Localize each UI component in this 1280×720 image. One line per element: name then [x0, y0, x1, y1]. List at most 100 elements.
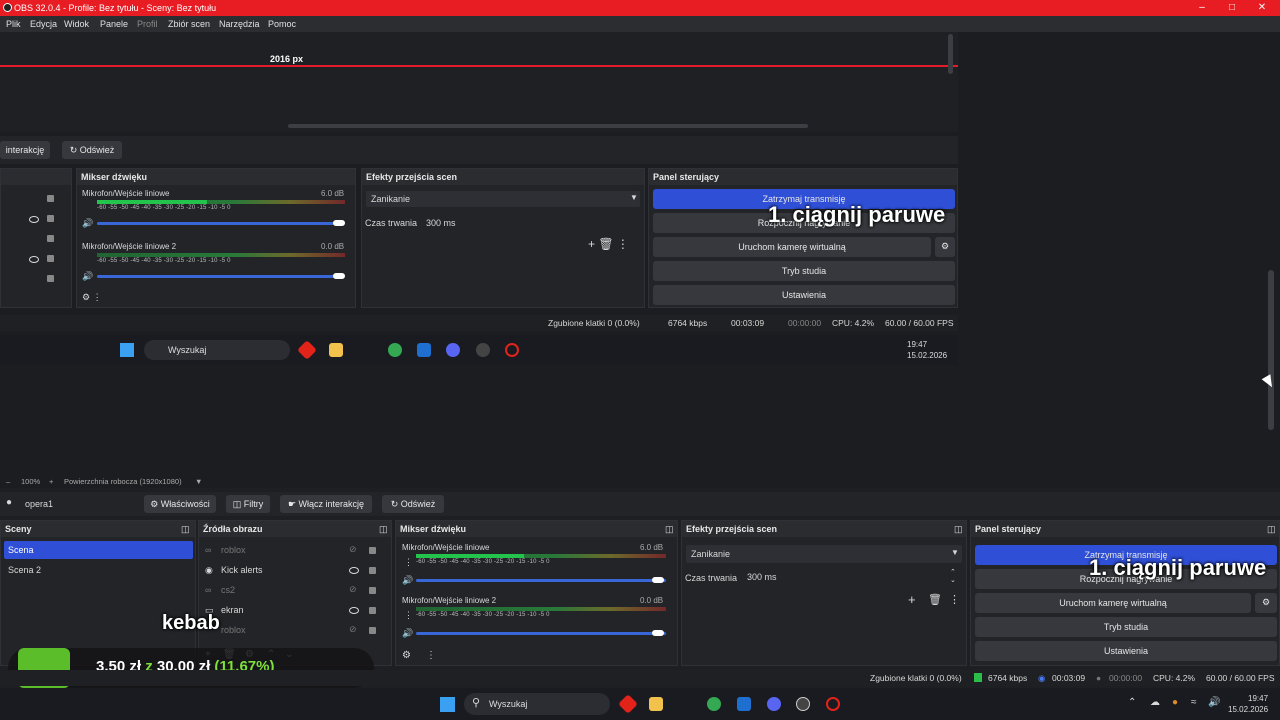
source-item[interactable]: ∞ roblox ⊘: [203, 543, 385, 559]
menu-view[interactable]: Widok: [64, 19, 89, 29]
start-virtual-camera-button[interactable]: Uruchom kamerę wirtualną: [975, 593, 1251, 613]
lock-icon[interactable]: [369, 587, 376, 594]
file-explorer-icon[interactable]: [649, 697, 663, 711]
canvas-chevron-down-icon[interactable]: ▼: [195, 477, 202, 486]
refresh-button[interactable]: ↻ Odśwież: [382, 495, 444, 513]
menu-bar: Plik Edycja Widok Panele Profil Zbiór sc…: [0, 16, 1280, 32]
minimize-icon[interactable]: –: [1196, 2, 1208, 13]
sources-float-icon[interactable]: ◫: [379, 524, 388, 535]
source-item[interactable]: ∞ cs2 ⊘: [203, 583, 385, 599]
hidden-eye-icon[interactable]: ⊘: [349, 624, 357, 635]
title-bar: OBS 32.0.4 - Profile: Bez tytułu - Sceny…: [0, 0, 1280, 16]
mixer-ch1-volume-slider[interactable]: [416, 579, 666, 582]
taskbar-search[interactable]: Wyszukaj: [464, 693, 610, 715]
windows-start-icon[interactable]: [440, 697, 455, 712]
mixer-ch1-volume-knob[interactable]: [652, 577, 664, 583]
mixer-ch2-volume-slider[interactable]: [416, 632, 666, 635]
app-icon[interactable]: [618, 694, 638, 714]
lock-icon[interactable]: [369, 567, 376, 574]
scenes-float-icon[interactable]: ◫: [181, 524, 190, 535]
tray-chevron-up-icon[interactable]: ⌃: [1128, 697, 1136, 708]
mixer-settings-icon[interactable]: ⚙: [402, 650, 411, 661]
mixer-ch2-volume-knob[interactable]: [652, 630, 664, 636]
preview-canvas[interactable]: 2016 px interakcję ↻ Odśwież Mikser dźwi…: [0, 32, 1280, 482]
menu-tools[interactable]: Narzędzia: [219, 19, 260, 29]
nested-fps: 60.00 / 60.00 FPS: [885, 318, 954, 328]
store-icon[interactable]: [737, 697, 751, 711]
nested-mixer-ch1-name: Mikrofon/Wejście liniowe: [82, 189, 170, 198]
menu-scene-collection[interactable]: Zbiór scen: [168, 19, 210, 29]
source-type-icon: ∞: [205, 585, 212, 595]
microphone-icon[interactable]: ●: [1172, 697, 1178, 708]
mixer-float-icon[interactable]: ◫: [665, 524, 674, 535]
properties-button[interactable]: ⚙ Właściwości: [144, 495, 216, 513]
nested-mixer-ch2-knob: [333, 273, 345, 279]
mixer-ch2-meter: [416, 607, 666, 611]
obs-icon[interactable]: [796, 697, 810, 711]
virtual-camera-gear-icon[interactable]: ⚙: [1255, 593, 1277, 613]
maximize-icon[interactable]: □: [1226, 2, 1238, 13]
speaker-icon[interactable]: 🔊: [402, 628, 413, 639]
clock-date[interactable]: 15.02.2026: [1228, 705, 1268, 714]
nested-preview: 2016 px: [0, 32, 958, 132]
menu-profile[interactable]: Profil: [137, 19, 158, 29]
add-transition-icon[interactable]: +: [908, 592, 916, 607]
nested-duration-value: 300 ms: [426, 218, 456, 228]
nested-gear-icon: ⚙ ⋮: [82, 292, 102, 302]
lock-icon[interactable]: [369, 607, 376, 614]
status-bar: Zgubione klatki 0 (0.0%) 6764 kbps ◉ 00:…: [0, 670, 1280, 686]
nested-duration-label: Czas trwania: [365, 218, 418, 228]
transition-select[interactable]: Zanikanie ▼: [686, 545, 962, 563]
nested-status-bar: Zgubione klatki 0 (0.0%) 6764 kbps 00:03…: [0, 315, 958, 331]
enable-interaction-button[interactable]: ☛ Włącz interakcję: [280, 495, 372, 513]
duration-input[interactable]: 300 ms ⌃ ⌄: [742, 568, 962, 586]
filters-button[interactable]: ◫ Filtry: [226, 495, 270, 513]
nested-sources-title: [1, 169, 71, 185]
volume-icon[interactable]: 🔊: [1208, 697, 1220, 708]
hidden-eye-icon[interactable]: ⊘: [349, 584, 357, 595]
mixer-ch1-menu-icon[interactable]: ⋮: [404, 557, 413, 568]
preview-scrollbar-v[interactable]: [1268, 270, 1274, 430]
source-globe-icon: ●: [6, 497, 13, 508]
source-item[interactable]: ▭ ekran: [203, 603, 385, 619]
nested-transition-select: Zanikanie ▼: [366, 191, 640, 207]
source-item[interactable]: roblox ⊘: [203, 623, 385, 639]
scene-item[interactable]: Scena 2: [4, 561, 193, 579]
transition-menu-icon[interactable]: ⋮: [949, 593, 960, 606]
zoom-in-icon[interactable]: +: [49, 477, 53, 486]
menu-file[interactable]: Plik: [6, 19, 21, 29]
eye-icon[interactable]: [349, 567, 359, 574]
onedrive-icon[interactable]: ☁: [1150, 697, 1160, 708]
discord-icon[interactable]: [767, 697, 781, 711]
nested-transitions-dock: Efekty przejścia scen Zanikanie ▼ Czas t…: [361, 168, 645, 308]
studio-mode-button[interactable]: Tryb studia: [975, 617, 1277, 637]
settings-button[interactable]: Ustawienia: [975, 641, 1277, 661]
wifi-icon[interactable]: ≈: [1191, 697, 1197, 708]
hidden-eye-icon[interactable]: ⊘: [349, 544, 357, 555]
mixer-ch2-menu-icon[interactable]: ⋮: [404, 610, 413, 621]
spin-down-icon[interactable]: ⌄: [950, 576, 956, 584]
lock-icon[interactable]: [369, 547, 376, 554]
source-item[interactable]: ◉ Kick alerts: [203, 563, 385, 579]
eye-icon[interactable]: [349, 607, 359, 614]
clock-time[interactable]: 19:47: [1248, 694, 1268, 703]
remove-transition-icon[interactable]: 🗑: [928, 593, 942, 606]
controls-float-icon[interactable]: ◫: [1267, 524, 1276, 535]
scene-item[interactable]: Scena: [4, 541, 193, 559]
speaker-icon[interactable]: 🔊: [402, 575, 413, 586]
menu-edit[interactable]: Edycja: [30, 19, 57, 29]
menu-help[interactable]: Pomoc: [268, 19, 296, 29]
zoom-out-icon[interactable]: –: [6, 477, 10, 486]
close-icon[interactable]: ✕: [1256, 2, 1268, 13]
chrome-icon[interactable]: [707, 697, 721, 711]
lock-icon[interactable]: [369, 627, 376, 634]
nested-mixer-ch1-ticks: -60 -55 -50 -45 -40 -35 -30 -25 -20 -15 …: [97, 205, 231, 211]
transitions-float-icon[interactable]: ◫: [954, 524, 963, 535]
mixer-menu-icon[interactable]: ⋮: [426, 650, 436, 661]
opera-icon[interactable]: [826, 697, 840, 711]
mixer-ch1-ticks: -60 -55 -50 -45 -40 -35 -30 -25 -20 -15 …: [416, 559, 550, 565]
nested-virtual-cam-gear-icon: ⚙: [935, 237, 955, 257]
menu-docks[interactable]: Panele: [100, 19, 128, 29]
spin-up-icon[interactable]: ⌃: [950, 568, 956, 576]
source-name: roblox: [221, 545, 246, 555]
